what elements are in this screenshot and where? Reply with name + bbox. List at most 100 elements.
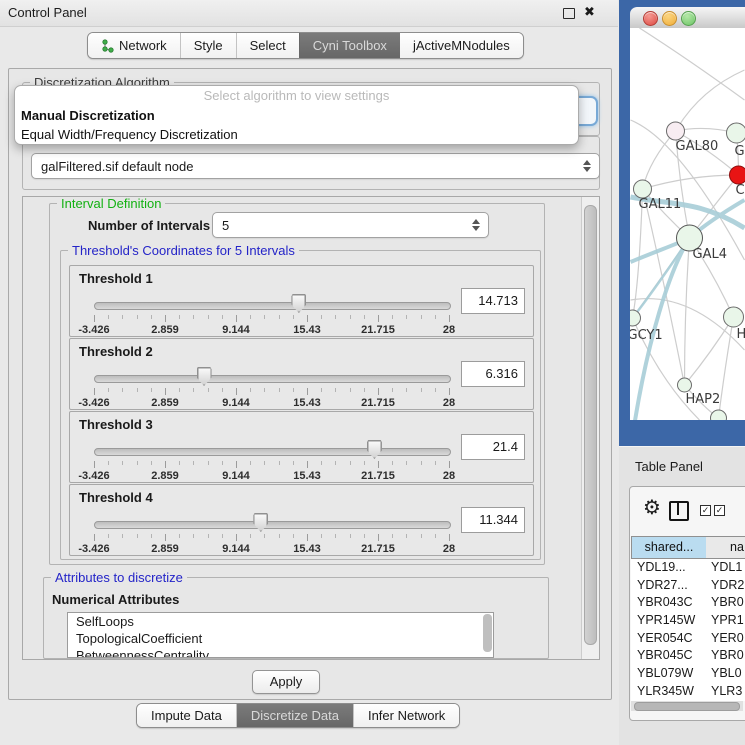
threshold-3-value-field[interactable]: 21.4 (461, 434, 525, 460)
node-gcy1[interactable] (630, 310, 641, 326)
tab-discretize-data[interactable]: Discretize Data (236, 704, 353, 727)
threshold-2-value-field[interactable]: 6.316 (461, 361, 525, 387)
close-traffic-light[interactable] (643, 11, 658, 26)
close-icon[interactable]: ✖ (584, 4, 595, 20)
table-row: YLR345WYLR3 (631, 683, 745, 701)
slider-tick-labels: -3.4262.859 9.14415.43 21.71528 (94, 470, 449, 482)
threshold-3-row: Threshold 3 -3.4262.859 9.14415.43 21.71… (69, 411, 534, 483)
scrollbar-thumb[interactable] (634, 702, 740, 711)
option-manual-discretization[interactable]: Manual Discretization (15, 106, 578, 125)
tab-select[interactable]: Select (236, 33, 299, 58)
threshold-4-row: Threshold 4 -3.4262.859 9.14415.43 21.71… (69, 484, 534, 556)
cyni-mode-tabbar: Impute Data Discretize Data Infer Networ… (136, 703, 460, 728)
node-table[interactable]: YDL19...YDL1 YDR27...YDR2 YBR043CYBR0 YP… (631, 559, 745, 701)
network-graph: GAL80 G C GAL11 GAL4 GCY1 H HAP2 (630, 28, 745, 420)
tab-infer-network[interactable]: Infer Network (353, 704, 459, 727)
threshold-4-slider[interactable]: -3.4262.859 9.14415.43 21.71528 (94, 513, 449, 551)
checkbox-icon-2[interactable]: ✓ (714, 505, 725, 516)
table-row: YER054CYER0 (631, 630, 745, 648)
slider-ticks (94, 315, 449, 323)
settings-vertical-scrollbar[interactable] (581, 197, 599, 659)
threshold-4-value-field[interactable]: 11.344 (461, 507, 525, 533)
node-h[interactable] (724, 307, 744, 327)
checkbox-icon-1[interactable]: ✓ (700, 505, 711, 516)
threshold-1-label: Threshold 1 (79, 271, 153, 286)
numerical-attributes-label: Numerical Attributes (52, 592, 179, 607)
list-item[interactable]: BetweennessCentrality (68, 647, 493, 658)
slider-handle[interactable] (197, 367, 212, 386)
tab-network[interactable]: Network (88, 33, 180, 58)
table-row: YBR045CYBR0 (631, 647, 745, 665)
algorithm-dropdown-popup: Select algorithm to view settings Manual… (14, 85, 579, 145)
threshold-3-label: Threshold 3 (79, 417, 153, 432)
table-data-combobox[interactable]: galFiltered.sif default node (31, 153, 600, 179)
network-icon (101, 39, 114, 53)
number-of-intervals-label: Number of Intervals (88, 218, 210, 233)
screenshot-root: Control Panel ✖ Network Style Select Cyn… (0, 0, 745, 745)
table-panel-title: Table Panel (635, 459, 703, 474)
network-view-canvas[interactable]: GAL80 G C GAL11 GAL4 GCY1 H HAP2 (630, 28, 745, 420)
slider-tick-labels: -3.4262.859 9.14415.43 21.71528 (94, 324, 449, 336)
column-header-name[interactable]: na (706, 536, 745, 559)
node-label-hap2: HAP2 (686, 392, 721, 407)
slider-tick-labels: -3.4262.859 9.14415.43 21.71528 (94, 397, 449, 409)
interval-definition-label: Interval Definition (57, 196, 165, 211)
column-header-shared-name[interactable]: shared... (631, 536, 707, 559)
slider-tick-labels: -3.4262.859 9.14415.43 21.71528 (94, 543, 449, 555)
node-bottom-partial[interactable] (711, 410, 727, 420)
node-partial-top[interactable] (727, 123, 745, 143)
tab-style[interactable]: Style (180, 33, 236, 58)
table-row: YDR27...YDR2 (631, 577, 745, 595)
slider-handle[interactable] (291, 294, 306, 313)
thresholds-group-label: Threshold's Coordinates for 5 Intervals (68, 243, 299, 258)
slider-track[interactable] (94, 448, 451, 456)
node-label-partial-g: G (735, 144, 745, 159)
attributes-group-label: Attributes to discretize (51, 570, 187, 585)
threshold-1-slider[interactable]: -3.4262.859 9.14415.43 21.71528 (94, 294, 449, 332)
table-row: YDL19...YDL1 (631, 559, 745, 577)
gear-icon[interactable]: ⚙ (643, 498, 661, 518)
node-label-gal11: GAL11 (639, 197, 682, 212)
slider-handle[interactable] (367, 440, 382, 459)
slider-handle[interactable] (253, 513, 268, 532)
node-label-gal4: GAL4 (693, 247, 727, 262)
tab-impute-data[interactable]: Impute Data (137, 704, 236, 727)
threshold-3-slider[interactable]: -3.4262.859 9.14415.43 21.71528 (94, 440, 449, 478)
float-window-icon[interactable] (563, 8, 575, 19)
number-of-intervals-value: 5 (222, 218, 229, 233)
list-item[interactable]: SelfLoops (68, 613, 493, 630)
control-panel-titlebar: Control Panel ✖ (0, 0, 618, 27)
network-window-titlebar[interactable] (630, 7, 745, 29)
numerical-attributes-list[interactable]: SelfLoops TopologicalCoefficient Between… (67, 612, 494, 658)
list-scrollbar[interactable] (483, 614, 492, 652)
node-label-gcy1: GCY1 (630, 328, 663, 343)
node-gal80[interactable] (667, 122, 685, 140)
slider-track[interactable] (94, 521, 451, 529)
zoom-traffic-light[interactable] (681, 11, 696, 26)
panel-title: Control Panel (8, 5, 87, 20)
list-item[interactable]: TopologicalCoefficient (68, 630, 493, 647)
control-panel-tabbar: Network Style Select Cyni Toolbox jActiv… (87, 32, 524, 59)
table-horizontal-scrollbar[interactable] (631, 701, 743, 711)
node-label-partial-h: H (737, 327, 745, 342)
algorithm-placeholder-option[interactable]: Select algorithm to view settings (15, 86, 578, 106)
column-layout-icon[interactable] (669, 501, 689, 521)
minimize-traffic-light[interactable] (662, 11, 677, 26)
apply-button[interactable]: Apply (252, 670, 320, 694)
node-hap2[interactable] (678, 378, 692, 392)
slider-track[interactable] (94, 375, 451, 383)
option-equal-width-frequency[interactable]: Equal Width/Frequency Discretization (15, 125, 578, 144)
node-label-partial-c: C (736, 183, 745, 198)
threshold-1-value-field[interactable]: 14.713 (461, 288, 525, 314)
node-gal11[interactable] (634, 180, 652, 198)
node-red-selected[interactable] (730, 166, 745, 184)
table-row: YBR043CYBR0 (631, 594, 745, 612)
slider-ticks (94, 388, 449, 396)
tab-cyni-toolbox[interactable]: Cyni Toolbox (299, 33, 400, 58)
tab-jactivemnodules[interactable]: jActiveMNodules (400, 33, 523, 58)
threshold-2-slider[interactable]: -3.4262.859 9.14415.43 21.71528 (94, 367, 449, 405)
scrollbar-thumb[interactable] (584, 205, 597, 645)
number-of-intervals-combobox[interactable]: 5 (212, 212, 489, 238)
slider-track[interactable] (94, 302, 451, 310)
combo-arrows-icon (582, 160, 590, 172)
